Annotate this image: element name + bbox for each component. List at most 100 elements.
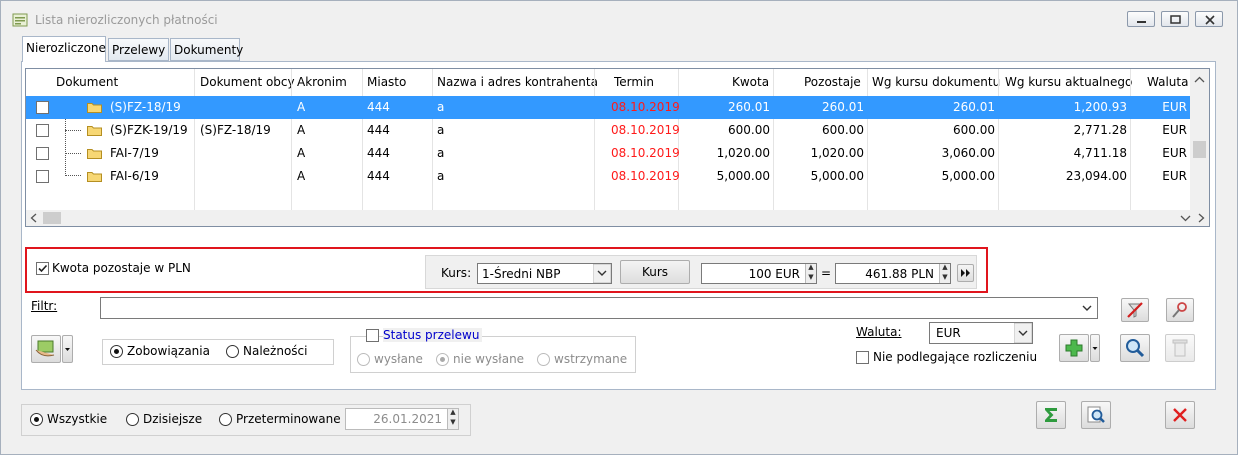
nie-podlegajace-checkbox[interactable] — [856, 351, 869, 364]
tab-nierozliczone[interactable]: Nierozliczone — [22, 36, 106, 62]
table-row[interactable]: (S)FZK-19/19 (S)FZ-18/19 A 444 a 08.10.2… — [26, 119, 1190, 142]
plus-icon — [1065, 339, 1083, 357]
close-icon — [1205, 15, 1215, 25]
col-header-wg-kursu-dokumentu[interactable]: Wg kursu dokumentu — [872, 69, 1000, 96]
folder-icon — [87, 103, 102, 113]
row-checkbox[interactable] — [36, 170, 49, 183]
payment-dropdown-button[interactable] — [62, 335, 73, 363]
maximize-button[interactable] — [1161, 11, 1189, 27]
table-row[interactable]: (S)FZ-18/19 A 444 a 08.10.2019 260.01 26… — [26, 96, 1190, 119]
cell-wg-kursu-dokumentu: 260.01 — [953, 100, 995, 114]
row-checkbox[interactable] — [36, 147, 49, 160]
radio-zobowiazania[interactable] — [110, 345, 123, 358]
row-checkbox[interactable] — [36, 124, 49, 137]
currency-select[interactable]: EUR — [929, 322, 1033, 344]
col-header-dokument[interactable]: Dokument — [56, 69, 118, 96]
chevron-down-icon — [1092, 347, 1098, 350]
cell-termin: 08.10.2019 — [611, 100, 680, 114]
cell-nazwa: a — [437, 123, 445, 137]
col-header-kwota[interactable]: Kwota — [732, 69, 769, 96]
minimize-button[interactable] — [1127, 11, 1155, 27]
radio-przeterminowane-label: Przeterminowane — [236, 412, 341, 426]
payment-button[interactable] — [31, 335, 61, 363]
fast-forward-button[interactable] — [957, 264, 974, 282]
radio-nie-wyslane-label: nie wysłane — [453, 352, 525, 366]
amount-pln-field[interactable]: 461.88 PLN ▲ ▼ — [835, 263, 951, 284]
kurs-button[interactable]: Kurs — [620, 260, 690, 284]
radio-naleznosci[interactable] — [226, 345, 239, 358]
row-checkbox[interactable] — [36, 101, 49, 114]
col-header-wg-kursu-aktualnego[interactable]: Wg kursu aktualnego — [1005, 69, 1132, 96]
tab-przelewy[interactable]: Przelewy — [108, 38, 169, 61]
radio-wstrzymane-label: wstrzymane — [554, 352, 628, 366]
col-header-termin[interactable]: Termin — [614, 69, 654, 96]
kurs-select-value: 1-Średni NBP — [482, 267, 561, 281]
folder-icon — [87, 149, 102, 159]
col-header-waluta[interactable]: Waluta — [1147, 69, 1188, 96]
chevron-down-icon — [1014, 323, 1032, 343]
delete-button[interactable] — [1165, 334, 1195, 362]
tab-dokumenty[interactable]: Dokumenty — [170, 38, 243, 61]
radio-dzisiejsze-label: Dzisiejsze — [143, 412, 203, 426]
checkmark-icon — [38, 264, 48, 273]
vertical-scrollbar[interactable] — [1190, 69, 1209, 210]
radio-nie-wyslane[interactable] — [436, 353, 449, 366]
cell-pozostaje: 260.01 — [822, 100, 864, 114]
radio-naleznosci-label: Należności — [243, 344, 308, 358]
cell-wg-kursu-dokumentu: 5,000.00 — [941, 169, 995, 183]
scroll-arrows-icon — [1193, 76, 1206, 158]
horizontal-scrollbar[interactable] — [26, 210, 1209, 226]
cell-termin: 08.10.2019 — [611, 169, 680, 183]
table-row[interactable]: FAI-6/19 A 444 a 08.10.2019 5,000.00 5,0… — [26, 165, 1190, 188]
search-button[interactable] — [1120, 334, 1150, 362]
filter-input[interactable] — [100, 297, 1098, 319]
cell-wg-kursu-dokumentu: 3,060.00 — [941, 146, 995, 160]
radio-przeterminowane[interactable] — [219, 413, 232, 426]
minimize-icon — [1137, 21, 1146, 23]
table-row[interactable]: FAI-7/19 A 444 a 08.10.2019 1,020.00 1,0… — [26, 142, 1190, 165]
col-header-dokument-obcy[interactable]: Dokument obcy — [200, 69, 295, 96]
filter-label: Filtr: — [31, 299, 58, 313]
sum-button[interactable] — [1036, 401, 1066, 429]
radio-wyslane-label: wysłane — [374, 352, 423, 366]
window-title: Lista nierozliczonych płatności — [35, 13, 218, 27]
radio-wszystkie[interactable] — [30, 413, 43, 426]
clear-filter-button[interactable] — [1121, 298, 1149, 322]
radio-dzisiejsze[interactable] — [126, 413, 139, 426]
scroll-arrows-icon — [30, 212, 1205, 224]
amount-pln-spinner[interactable]: ▲ ▼ — [939, 264, 950, 283]
col-header-nazwa[interactable]: Nazwa i adres kontrahenta — [437, 69, 598, 96]
date-spinner[interactable]: ▲ ▼ — [447, 409, 458, 429]
kurs-select[interactable]: 1-Średni NBP — [477, 263, 612, 284]
date-field[interactable]: 26.01.2021 ▲ ▼ — [345, 408, 459, 430]
title-bar: Lista nierozliczonych płatności — [1, 1, 1237, 37]
col-header-akronim[interactable]: Akronim — [297, 69, 347, 96]
magnifier-icon — [1126, 339, 1145, 358]
radio-wyslane[interactable] — [357, 353, 370, 366]
filter-construct-icon — [1172, 302, 1187, 318]
cell-akronim: A — [297, 146, 306, 160]
folder-icon — [87, 126, 102, 136]
cell-wg-kursu-aktualnego: 23,094.00 — [1065, 169, 1127, 183]
radio-wstrzymane[interactable] — [537, 353, 550, 366]
pln-checkbox[interactable] — [36, 262, 49, 275]
col-header-pozostaje[interactable]: Pozostaje — [804, 69, 861, 96]
status-checkbox[interactable] — [366, 329, 379, 342]
close-button[interactable] — [1165, 401, 1195, 429]
preview-button[interactable] — [1081, 401, 1111, 429]
documents-grid[interactable]: Dokument Dokument obcy Akronim Miasto Na… — [25, 68, 1210, 227]
status-label: Status przelewu — [383, 328, 483, 342]
amount-eur-field[interactable]: 100 EUR ▲ ▼ — [701, 263, 817, 284]
cell-akronim: A — [297, 100, 306, 114]
cell-akronim: A — [297, 123, 306, 137]
cell-dokument: FAI-7/19 — [110, 146, 159, 160]
filter-construct-button[interactable] — [1166, 298, 1194, 322]
chevron-down-icon — [1082, 305, 1092, 311]
close-window-button[interactable] — [1195, 11, 1223, 27]
cell-nazwa: a — [437, 146, 445, 160]
cell-miasto: 444 — [367, 169, 390, 183]
amount-eur-spinner[interactable]: ▲ ▼ — [805, 264, 816, 283]
col-header-miasto[interactable]: Miasto — [367, 69, 406, 96]
add-dropdown-button[interactable] — [1090, 334, 1100, 362]
add-button[interactable] — [1059, 334, 1089, 362]
